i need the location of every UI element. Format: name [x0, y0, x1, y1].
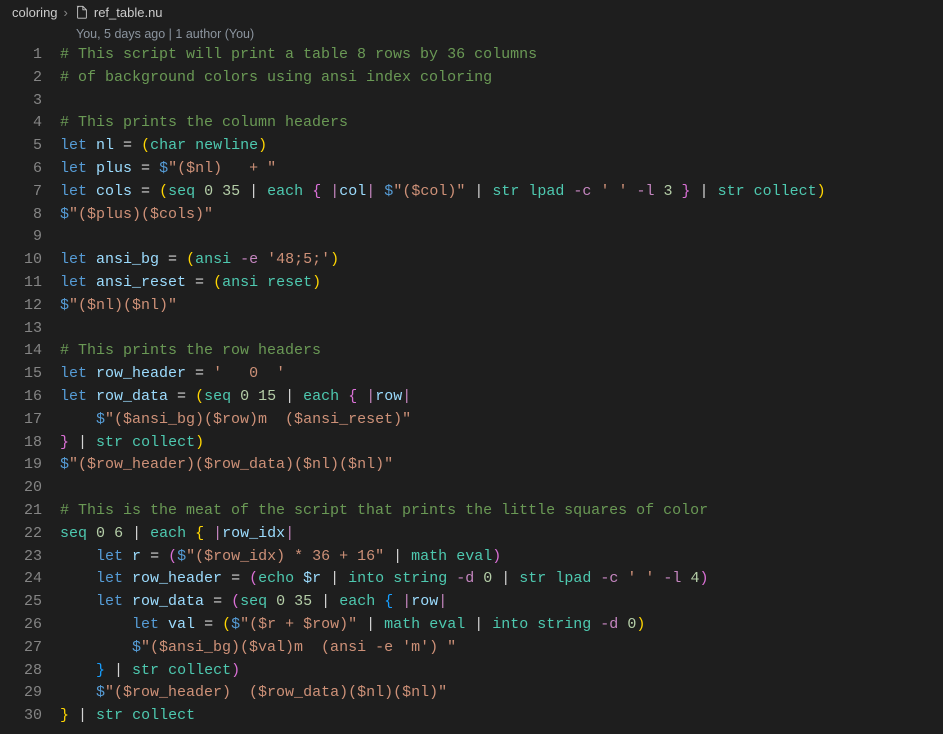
- code-line[interactable]: } | str collect): [60, 660, 943, 683]
- breadcrumb[interactable]: coloring › ref_table.nu: [0, 0, 943, 24]
- line-number: 6: [0, 158, 60, 181]
- code-line[interactable]: let ansi_bg = (ansi -e '48;5;'): [60, 249, 943, 272]
- code-line[interactable]: $"($nl)($nl)": [60, 295, 943, 318]
- code-line[interactable]: let row_header = (echo $r | into string …: [60, 568, 943, 591]
- line-number: 14: [0, 340, 60, 363]
- line-number: 13: [0, 318, 60, 341]
- code-line[interactable]: } | str collect): [60, 432, 943, 455]
- line-number: 16: [0, 386, 60, 409]
- chevron-right-icon: ›: [64, 5, 68, 20]
- breadcrumb-file[interactable]: ref_table.nu: [94, 5, 163, 20]
- line-number: 2: [0, 67, 60, 90]
- line-number: 11: [0, 272, 60, 295]
- line-number: 10: [0, 249, 60, 272]
- git-blame-annotation[interactable]: You, 5 days ago | 1 author (You): [0, 24, 943, 44]
- comment: # This is the meat of the script that pr…: [60, 502, 708, 519]
- code-line[interactable]: let row_data = (seq 0 35 | each { |row|: [60, 591, 943, 614]
- code-line[interactable]: $"($ansi_bg)($val)m (ansi -e 'm') ": [60, 637, 943, 660]
- line-number: 23: [0, 546, 60, 569]
- comment: # of background colors using ansi index …: [60, 69, 492, 86]
- line-number: 1: [0, 44, 60, 67]
- line-number: 15: [0, 363, 60, 386]
- line-number: 12: [0, 295, 60, 318]
- breadcrumb-folder[interactable]: coloring: [12, 5, 58, 20]
- comment: # This prints the column headers: [60, 114, 348, 131]
- code-line[interactable]: $"($row_header) ($row_data)($nl)($nl)": [60, 682, 943, 705]
- code-line[interactable]: seq 0 6 | each { |row_idx|: [60, 523, 943, 546]
- code-line[interactable]: let ansi_reset = (ansi reset): [60, 272, 943, 295]
- line-number: 25: [0, 591, 60, 614]
- code-line[interactable]: let row_data = (seq 0 15 | each { |row|: [60, 386, 943, 409]
- file-icon: [74, 4, 90, 20]
- line-number: 18: [0, 432, 60, 455]
- comment: # This script will print a table 8 rows …: [60, 46, 537, 63]
- code-line[interactable]: let val = ($"($r + $row)" | math eval | …: [60, 614, 943, 637]
- line-number: 28: [0, 660, 60, 683]
- line-number: 17: [0, 409, 60, 432]
- line-number: 19: [0, 454, 60, 477]
- code-line[interactable]: $"($ansi_bg)($row)m ($ansi_reset)": [60, 409, 943, 432]
- code-line[interactable]: let nl = (char newline): [60, 135, 943, 158]
- line-number: 3: [0, 90, 60, 113]
- line-number: 30: [0, 705, 60, 728]
- line-number: 20: [0, 477, 60, 500]
- line-number: 29: [0, 682, 60, 705]
- code-line[interactable]: let row_header = ' 0 ': [60, 363, 943, 386]
- code-line[interactable]: let cols = (seq 0 35 | each { |col| $"($…: [60, 181, 943, 204]
- line-number: 8: [0, 204, 60, 227]
- comment: # This prints the row headers: [60, 342, 321, 359]
- code-line[interactable]: $"($row_header)($row_data)($nl)($nl)": [60, 454, 943, 477]
- line-number: 24: [0, 568, 60, 591]
- line-number: 5: [0, 135, 60, 158]
- line-number: 21: [0, 500, 60, 523]
- code-line[interactable]: $"($plus)($cols)": [60, 204, 943, 227]
- code-line[interactable]: let plus = $"($nl) + ": [60, 158, 943, 181]
- line-number: 22: [0, 523, 60, 546]
- code-line[interactable]: } | str collect: [60, 705, 943, 728]
- line-number: 4: [0, 112, 60, 135]
- line-number: 9: [0, 226, 60, 249]
- line-number: 27: [0, 637, 60, 660]
- code-line[interactable]: let r = ($"($row_idx) * 36 + 16" | math …: [60, 546, 943, 569]
- line-number: 26: [0, 614, 60, 637]
- line-number: 7: [0, 181, 60, 204]
- code-editor[interactable]: 1# This script will print a table 8 rows…: [0, 44, 943, 728]
